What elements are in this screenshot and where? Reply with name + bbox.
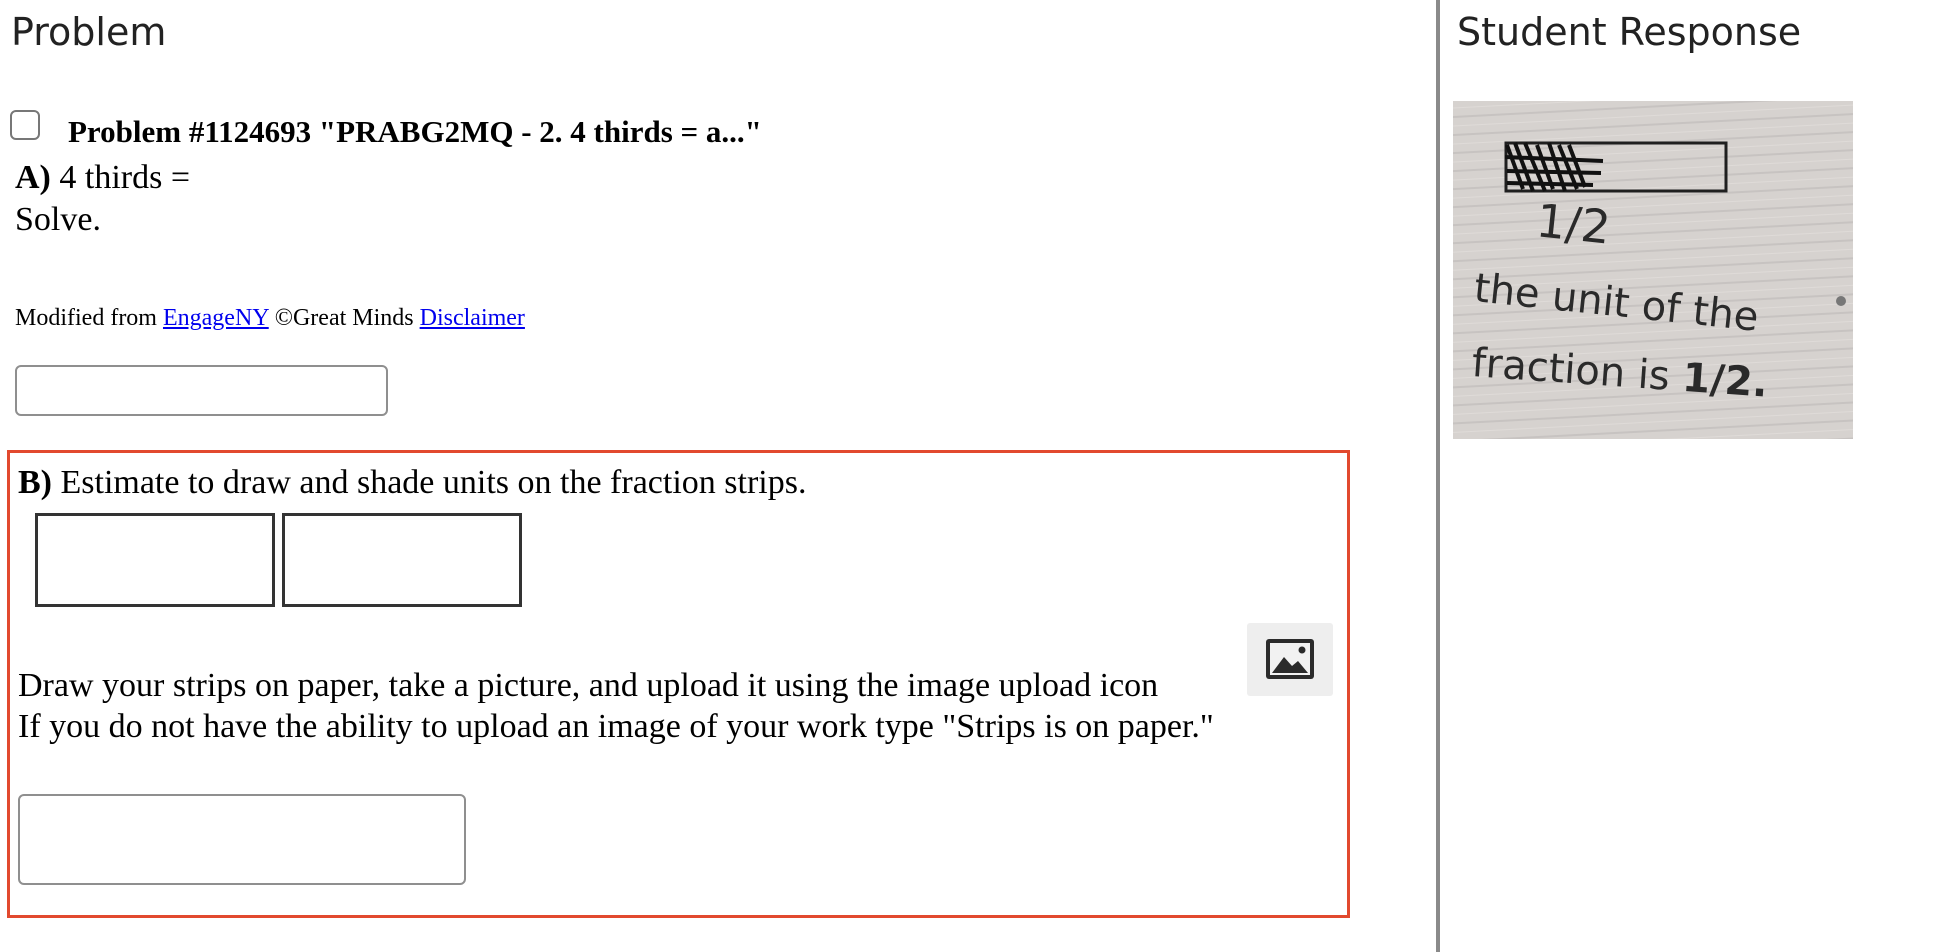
student-response-pane: Student Response 1/2 the unit of the fra…: [1440, 0, 1936, 952]
part-b-label: B): [18, 464, 52, 501]
part-b-section: B) Estimate to draw and shade units on t…: [7, 450, 1350, 918]
student-response-heading: Student Response: [1457, 10, 1802, 54]
fraction-strip-1: [35, 513, 275, 607]
disclaimer-link[interactable]: Disclaimer: [420, 305, 525, 331]
attribution: Modified from EngageNY ©Great Minds Disc…: [15, 305, 525, 332]
problem-title: Problem #1124693 "PRABG2MQ - 2. 4 thirds…: [68, 114, 762, 149]
part-a-answer-input[interactable]: [15, 365, 388, 416]
handwriting-fraction: 1/2: [1534, 193, 1613, 254]
part-b-answer-textarea[interactable]: [18, 794, 466, 885]
student-response-image: 1/2 the unit of the fraction is 1/2.: [1453, 101, 1853, 439]
part-a-question: 4 thirds =: [59, 159, 191, 196]
problem-pane-heading: Problem: [11, 10, 167, 54]
attribution-prefix: Modified from: [15, 305, 157, 331]
engageny-link[interactable]: EngageNY: [163, 305, 269, 331]
attribution-copyright: ©Great Minds: [274, 305, 414, 331]
part-b-instruction-line-1: Draw your strips on paper, take a pictur…: [18, 667, 1159, 704]
part-a: A) 4 thirds = Solve.: [15, 157, 190, 241]
part-a-instruction: Solve.: [15, 201, 101, 238]
problem-pane: Problem Problem #1124693 "PRABG2MQ - 2. …: [0, 0, 1436, 952]
part-a-question-line: A) 4 thirds =: [15, 157, 190, 199]
part-a-label: A): [15, 159, 51, 196]
image-upload-button[interactable]: [1247, 623, 1333, 696]
part-b-question: Estimate to draw and shade units on the …: [60, 464, 807, 501]
part-b-instructions: Draw your strips on paper, take a pictur…: [18, 665, 1214, 747]
part-b-instruction-line-2: If you do not have the ability to upload…: [18, 708, 1214, 745]
part-b-question-line: B) Estimate to draw and shade units on t…: [18, 464, 806, 502]
handwriting-answer: 1/2.: [1681, 355, 1769, 407]
problem-select-checkbox[interactable]: [10, 110, 40, 140]
fraction-strip-2: [282, 513, 522, 607]
image-upload-icon: [1266, 639, 1314, 679]
